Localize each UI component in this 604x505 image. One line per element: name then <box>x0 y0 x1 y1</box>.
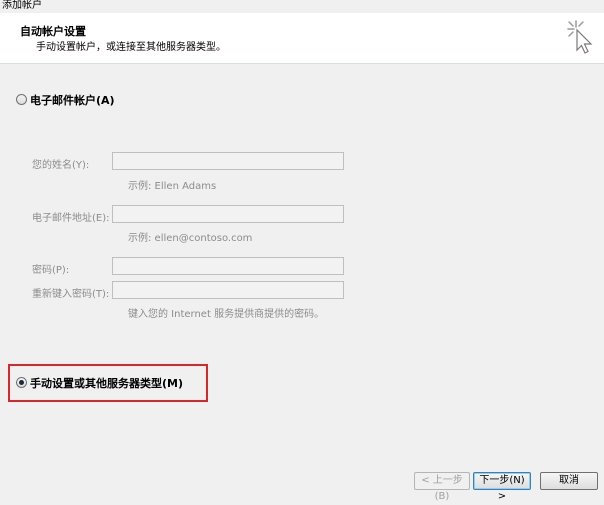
password-label: 密码(P): <box>32 265 70 276</box>
name-label: 您的姓名(Y): <box>32 160 90 171</box>
email-account-radio[interactable] <box>16 94 27 105</box>
button-bar: < 上一步(B) 下一步(N) > 取消 <box>0 460 604 502</box>
retype-password-input[interactable] <box>112 281 344 299</box>
manual-setup-radio[interactable] <box>16 377 27 388</box>
wizard-header: 自动帐户设置 手动设置帐户，或连接至其他服务器类型。 <box>0 13 604 64</box>
password-hint: 键入您的 Internet 服务提供商提供的密码。 <box>128 309 325 320</box>
back-button[interactable]: < 上一步(B) <box>414 472 470 502</box>
name-input[interactable] <box>112 152 344 170</box>
password-input[interactable] <box>112 257 344 275</box>
next-button[interactable]: 下一步(N) > <box>473 472 531 502</box>
name-hint: 示例: Ellen Adams <box>128 181 217 192</box>
header-subtitle: 手动设置帐户，或连接至其他服务器类型。 <box>36 42 226 53</box>
cancel-button[interactable]: 取消 <box>540 472 598 490</box>
manual-setup-label[interactable]: 手动设置或其他服务器类型(M) <box>30 375 183 391</box>
email-hint: 示例: ellen@contoso.com <box>128 233 253 244</box>
email-label: 电子邮件地址(E): <box>32 213 110 224</box>
email-input[interactable] <box>112 205 344 223</box>
header-title: 自动帐户设置 <box>20 25 86 38</box>
wizard-cursor-icon <box>567 20 593 54</box>
retype-password-label: 重新键入密码(T): <box>32 289 110 300</box>
title-bar: 添加帐户 <box>0 0 604 13</box>
email-account-label[interactable]: 电子邮件帐户(A) <box>30 92 115 108</box>
window-title: 添加帐户 <box>2 0 42 11</box>
